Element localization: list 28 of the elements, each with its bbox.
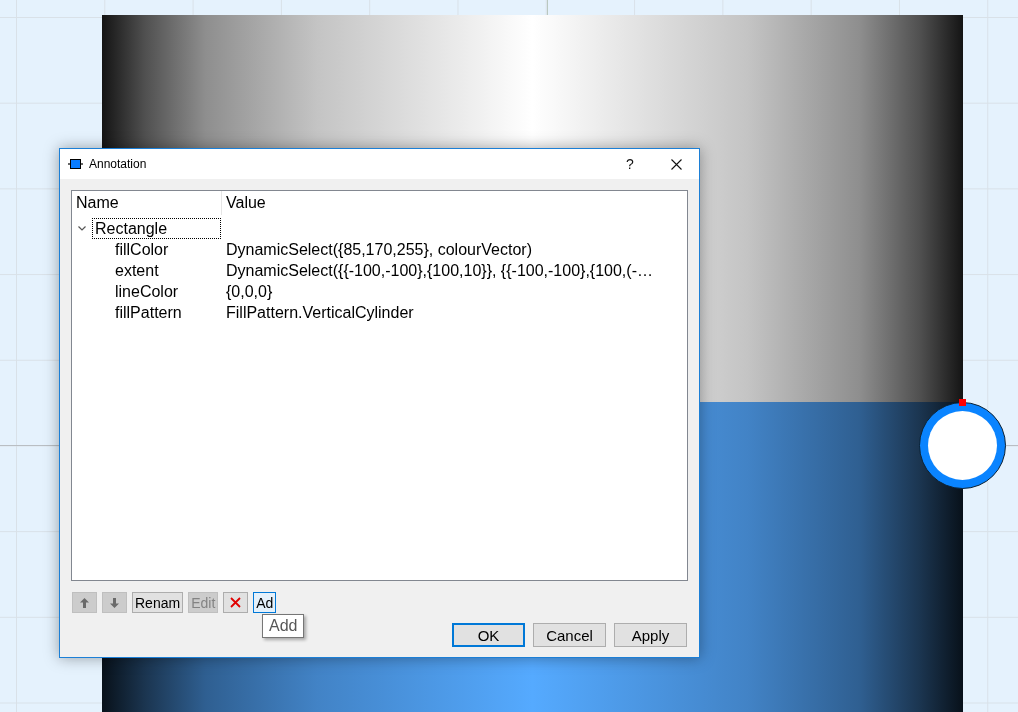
column-header[interactable]: Name (72, 191, 222, 215)
toolbar-button[interactable]: Renam (132, 592, 184, 613)
ring-connector-icon (919, 402, 1006, 489)
tree-item[interactable]: fillColor (112, 239, 172, 260)
tree-item[interactable]: extent (112, 260, 162, 281)
dialog-button[interactable]: OK (452, 623, 525, 647)
tree-cell-text: FillPattern.VerticalCylinder (225, 303, 414, 323)
arrow-up-icon (80, 597, 89, 608)
dialog-button[interactable]: Cancel (533, 623, 606, 647)
help-button[interactable]: ? (607, 149, 653, 179)
tree-cell-text: {0,0,0} (225, 282, 273, 302)
handle-marker-icon[interactable] (959, 399, 966, 406)
cross-icon (230, 597, 242, 608)
tree-item[interactable]: fillPattern (112, 302, 185, 323)
window-title: Annotation (89, 157, 148, 171)
tree-item[interactable]: Rectangle (92, 218, 221, 239)
tree-cell-text: DynamicSelect({{-100,-100},{100,10}}, {{-100,-100},{100,(-… (225, 261, 653, 281)
arrow-down-icon (110, 597, 119, 608)
toolbar-button[interactable]: Ad (253, 592, 277, 613)
dialog-button[interactable]: Apply (614, 623, 687, 647)
chevron-down-icon[interactable] (78, 226, 86, 231)
close-icon (670, 158, 682, 170)
column-header[interactable]: Value (222, 191, 687, 215)
connector-icon (68, 159, 83, 169)
tooltip: Add (262, 614, 305, 638)
tree-item[interactable]: lineColor (112, 281, 182, 302)
tree-cell-text: DynamicSelect({85,170,255}, colourVector) (225, 240, 532, 260)
delete-button[interactable] (223, 592, 249, 613)
